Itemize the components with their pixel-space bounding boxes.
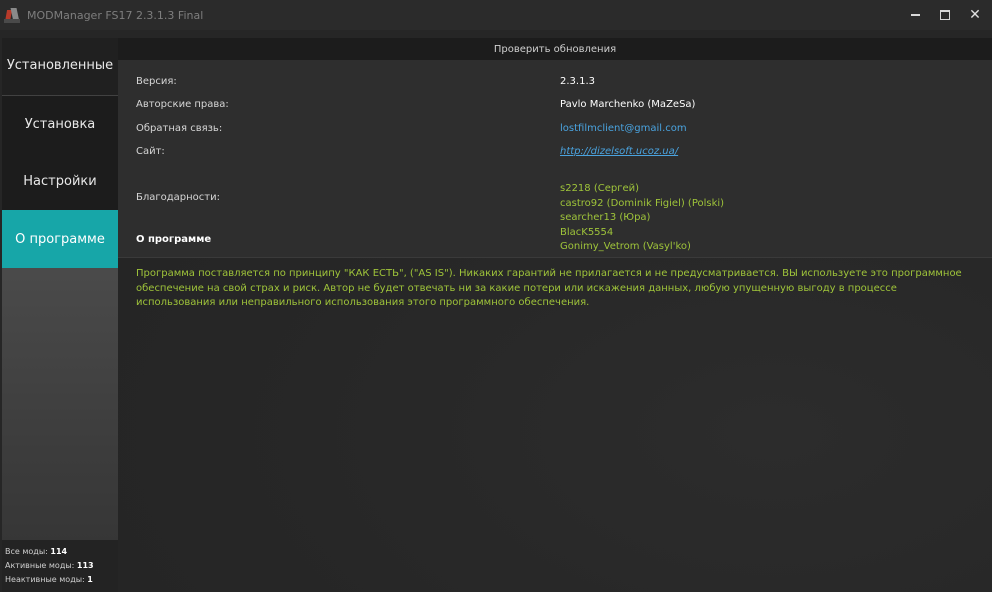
maximize-icon bbox=[940, 10, 950, 20]
sidebar-item-label: О программе bbox=[15, 231, 105, 247]
sidebar-item-label: Установленные bbox=[6, 58, 114, 73]
sidebar-item-settings[interactable]: Настройки bbox=[2, 153, 118, 210]
site-link[interactable]: http://dizelsoft.ucoz.ua/ bbox=[560, 146, 678, 157]
check-updates-label: Проверить обновления bbox=[493, 43, 617, 55]
app-logo-icon bbox=[4, 6, 22, 24]
thanks-label: Благодарности: bbox=[136, 192, 220, 203]
sidebar: Установленные Установка Настройки О прог… bbox=[2, 38, 118, 592]
minimize-button[interactable] bbox=[900, 0, 930, 30]
feedback-email-link[interactable]: lostfilmclient@gmail.com bbox=[560, 123, 687, 134]
sidebar-item-label: Настройки bbox=[23, 174, 97, 189]
window-title: MODManager FS17 2.3.1.3 Final bbox=[27, 8, 204, 22]
close-button[interactable]: ✕ bbox=[960, 0, 990, 30]
close-icon: ✕ bbox=[969, 7, 981, 23]
stat-label: Все моды: bbox=[5, 547, 48, 556]
divider bbox=[118, 257, 992, 258]
sidebar-item-label: Установка bbox=[24, 117, 96, 132]
check-updates-button[interactable]: Проверить обновления bbox=[118, 38, 992, 60]
list-item: Gonimy_Vetrom (Vasyl'ko) bbox=[560, 241, 691, 252]
stat-inactive-mods: Неактивные моды: 1 bbox=[2, 573, 118, 587]
copyright-value: Pavlo Marchenko (MaZeSa) bbox=[560, 99, 696, 110]
about-info-panel: Версия: 2.3.1.3 Авторские права: Pavlo M… bbox=[118, 60, 992, 258]
disclaimer-text: Программа поставляется по принципу "КАК … bbox=[136, 268, 962, 308]
version-value: 2.3.1.3 bbox=[560, 76, 595, 87]
title-bar: MODManager FS17 2.3.1.3 Final ✕ bbox=[0, 0, 992, 30]
copyright-label: Авторские права: bbox=[136, 99, 229, 110]
stat-label: Активные моды: bbox=[5, 561, 75, 570]
version-label: Версия: bbox=[136, 76, 177, 87]
stat-value: 1 bbox=[87, 575, 93, 584]
stat-all-mods: Все моды: 114 bbox=[2, 545, 118, 559]
sidebar-item-installed[interactable]: Установленные bbox=[2, 38, 118, 95]
sidebar-item-about[interactable]: О программе bbox=[2, 210, 118, 268]
thanks-list: s2218 (Сергей) castro92 (Dominik Figiel)… bbox=[560, 182, 724, 255]
list-item: searcher13 (Юра) bbox=[560, 212, 651, 223]
about-page: Версия: 2.3.1.3 Авторские права: Pavlo M… bbox=[118, 60, 992, 592]
section-title: О программе bbox=[136, 234, 212, 245]
maximize-button[interactable] bbox=[930, 0, 960, 30]
sidebar-item-install[interactable]: Установка bbox=[2, 96, 118, 153]
list-item: BlacK5554 bbox=[560, 226, 614, 238]
mod-stats: Все моды: 114 Активные моды: 113 Неактив… bbox=[2, 540, 118, 592]
feedback-label: Обратная связь: bbox=[136, 123, 223, 134]
stat-active-mods: Активные моды: 113 bbox=[2, 559, 118, 573]
stat-value: 114 bbox=[50, 547, 68, 556]
stat-value: 113 bbox=[76, 561, 94, 570]
list-item: s2218 (Сергей) bbox=[560, 183, 640, 194]
site-label: Сайт: bbox=[136, 146, 165, 157]
list-item: castro92 (Dominik Figiel) (Polski) bbox=[560, 197, 725, 209]
minimize-icon bbox=[910, 14, 920, 16]
stat-label: Неактивные моды: bbox=[5, 575, 85, 584]
